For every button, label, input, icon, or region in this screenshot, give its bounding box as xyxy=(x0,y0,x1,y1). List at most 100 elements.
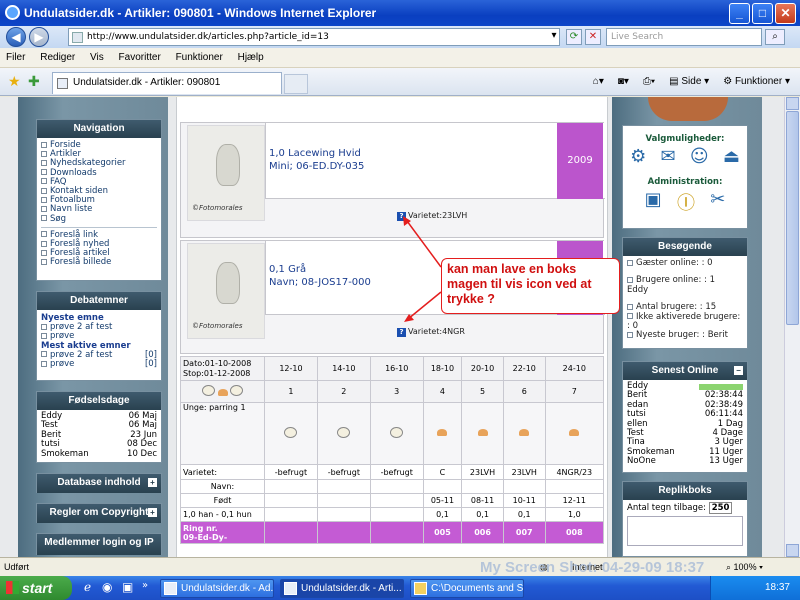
page-content: Navigation Forside Artikler Nyhedskatego… xyxy=(0,97,784,557)
navigation-title: Navigation xyxy=(37,120,161,138)
navigation-box: Navigation Forside Artikler Nyhedskatego… xyxy=(36,119,162,281)
new-tab-button[interactable] xyxy=(284,74,308,94)
close-button[interactable]: ✕ xyxy=(775,3,796,24)
nav-sog[interactable]: Søg xyxy=(41,214,157,224)
settings-icon[interactable]: ⚙ xyxy=(630,146,646,167)
favorites-star-icon[interactable]: ★ xyxy=(8,74,21,90)
status-text: Udført xyxy=(4,562,30,572)
chick-icon xyxy=(217,389,228,396)
watermark: My Screen Shot: 04-29-09 18:37 xyxy=(480,559,705,576)
last-online-box: Senest Online − Eddy Berit 02:38:44 edan 02… xyxy=(622,361,748,473)
chick-cell xyxy=(502,402,546,465)
collapse-icon[interactable]: − xyxy=(734,366,743,375)
chick-icon xyxy=(519,429,530,436)
egg-cell xyxy=(369,402,424,465)
breeding-table: Dato:01-10-2008 Stop:01-12-2008 12-10 14-… xyxy=(180,356,605,544)
egg-icon xyxy=(337,427,351,438)
egg-icon xyxy=(201,385,215,396)
tools-menu[interactable]: ⚙ Funktioner ▾ xyxy=(723,73,790,91)
logout-icon[interactable]: ⏏ xyxy=(723,146,740,167)
expand-icon[interactable]: + xyxy=(148,508,157,517)
minimize-button[interactable]: _ xyxy=(729,3,750,24)
date-header: 22-10 xyxy=(502,356,546,381)
menu-edit[interactable]: Rediger xyxy=(34,48,81,68)
egg-cell xyxy=(264,402,318,465)
options-box: Valgmuligheder: ⚙ ✉ ☺ ⏏ Administration: ▣ Ⓘ ✂ xyxy=(622,125,748,229)
system-tray: 18:37 xyxy=(710,576,800,600)
ring-label: Ring nr. 09-Ed-Dy- xyxy=(180,521,265,544)
taskbar-item-active[interactable]: Undulatsider.dk - Arti... xyxy=(280,579,404,598)
chars-left-label: Antal tegn tilbage: xyxy=(627,503,707,513)
stop-icon[interactable]: ✕ xyxy=(585,29,601,45)
menu-help[interactable]: Hjælp xyxy=(232,48,270,68)
quicklaunch-outlook-icon[interactable]: ▣ xyxy=(122,580,133,594)
dropdown-icon[interactable]: ▾ xyxy=(546,29,562,45)
quicklaunch-browser-icon[interactable]: ◉ xyxy=(102,580,112,594)
print-icon[interactable]: ⎙▾ xyxy=(643,73,655,91)
maximize-button[interactable]: □ xyxy=(752,3,773,24)
active-topic[interactable]: prøve [0] xyxy=(41,359,157,369)
database-title: Database indhold xyxy=(57,477,141,488)
feeds-icon[interactable]: ◙▾ xyxy=(618,73,629,91)
bird-subtitle: Mini; 06-ED.DY-035 xyxy=(269,161,365,172)
chick-cell xyxy=(461,402,504,465)
quicklaunch-more-icon[interactable]: » xyxy=(142,580,148,591)
chick-icon xyxy=(437,429,448,436)
home-icon[interactable]: ⌂▾ xyxy=(593,73,604,91)
search-input[interactable]: Live Search xyxy=(606,28,762,46)
tools-icon[interactable]: ✂ xyxy=(710,189,725,215)
start-button[interactable]: start xyxy=(0,576,72,600)
birthday-row: Smokeman 10 Dec xyxy=(41,448,157,459)
clock: 18:37 xyxy=(764,582,790,593)
info-icon[interactable]: ? xyxy=(397,328,406,337)
egg-icon xyxy=(284,427,298,438)
menu-view[interactable]: Vis xyxy=(84,48,110,68)
bird-card-1: ©Fotomorales 1,0 Lacewing Hvid Mini; 06-… xyxy=(180,122,605,238)
date-header: 24-10 xyxy=(544,356,605,381)
vertical-scrollbar[interactable] xyxy=(784,97,800,557)
database-box[interactable]: Database indhold + xyxy=(36,473,162,493)
info-icon[interactable]: ? xyxy=(397,212,406,221)
menu-tools[interactable]: Funktioner xyxy=(170,48,229,68)
bird-photo[interactable]: ©Fotomorales xyxy=(187,243,265,339)
expand-icon[interactable]: + xyxy=(148,478,157,487)
tab-current[interactable]: Undulatsider.dk - Artikler: 090801 xyxy=(52,72,282,94)
nav-foresla-billede[interactable]: Foreslå billede xyxy=(41,258,157,267)
taskbar: start ℯ ◉ ▣ » Undulatsider.dk - Ad... Un… xyxy=(0,576,800,600)
last-online-title: Senest Online xyxy=(651,365,719,376)
back-icon[interactable]: ◀ xyxy=(6,27,26,47)
bird-photo[interactable]: ©Fotomorales xyxy=(187,125,265,221)
variety-info[interactable]: ? Varietet:23LVH xyxy=(397,211,467,221)
members-box[interactable]: Medlemmer login og IP xyxy=(36,533,162,555)
visitors-box: Besøgende Gæster online: : 0 Brugere onl… xyxy=(622,237,748,349)
pairing-label: Unge: parring 1 xyxy=(180,402,265,465)
egg-icon xyxy=(230,385,244,396)
ip-icon[interactable]: Ⓘ xyxy=(677,189,695,215)
window-title: Undulatsider.dk - Artikler: 090801 - Win… xyxy=(24,6,377,20)
search-icon[interactable]: ⌕ xyxy=(765,29,785,45)
url-field[interactable]: http://www.undulatsider.dk/articles.php?… xyxy=(68,28,560,46)
page-menu[interactable]: ▤ Side ▾ xyxy=(669,73,709,91)
taskbar-item[interactable]: C:\Documents and Se... xyxy=(410,579,524,598)
rules-box[interactable]: Regler om Copyright + xyxy=(36,503,162,523)
date-header: 16-10 xyxy=(369,356,424,381)
admin-save-icon[interactable]: ▣ xyxy=(645,189,662,215)
birthdays-box: Fødselsdage Eddy 06 Maj Test 06 Maj Berit 2… xyxy=(36,391,162,463)
taskbar-item[interactable]: Undulatsider.dk - Ad... xyxy=(160,579,274,598)
online-user[interactable]: Eddy xyxy=(627,285,648,295)
chick-cell xyxy=(544,402,605,465)
variety-info[interactable]: ? Varietet:4NGR xyxy=(397,327,465,337)
scroll-thumb[interactable] xyxy=(786,111,799,325)
messages-icon[interactable]: ✉ xyxy=(660,146,675,167)
shoutbox-title: Replikboks xyxy=(623,482,747,500)
shoutbox-textarea[interactable] xyxy=(627,516,743,546)
forward-icon[interactable]: ▶ xyxy=(29,27,49,47)
menu-favorites[interactable]: Favoritter xyxy=(113,48,167,68)
zoom-control[interactable]: ⌕ 100% ▾ xyxy=(726,558,763,576)
add-favorite-icon[interactable]: ✚ xyxy=(28,74,40,90)
address-bar: ◀ ▶ http://www.undulatsider.dk/articles.… xyxy=(0,26,800,48)
quicklaunch-ie-icon[interactable]: ℯ xyxy=(84,580,91,594)
refresh-icon[interactable]: ⟳ xyxy=(566,29,582,45)
menu-file[interactable]: Filer xyxy=(0,48,31,68)
members-icon[interactable]: ☺ xyxy=(690,146,709,167)
